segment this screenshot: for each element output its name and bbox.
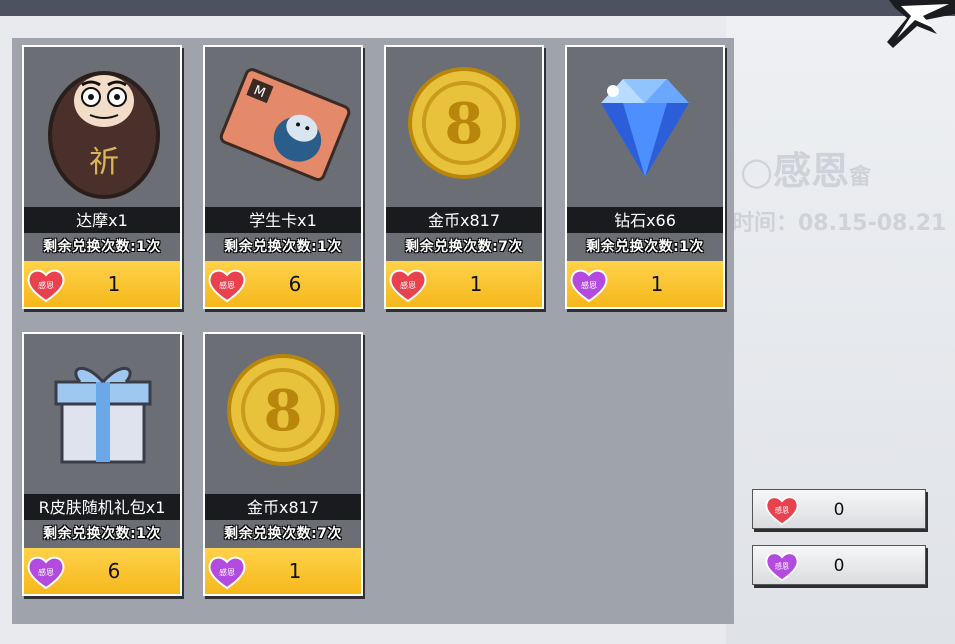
item-image: 祈 [24,47,180,207]
item-name: 达摩x1 [24,207,180,233]
price-button[interactable]: 感恩 1 [24,261,180,307]
item-remaining-count: 剩余兑换次数:1次 [24,520,180,548]
red-heart-token-icon: 感恩 [208,269,246,303]
price-button[interactable]: 感恩 6 [24,548,180,594]
red-heart-token-icon: 感恩 [765,496,799,526]
item-remaining-count: 剩余兑换次数:1次 [205,233,361,261]
svg-text:感恩: 感恩 [38,280,54,290]
purple-heart-token-icon: 感恩 [27,556,65,590]
price-button[interactable]: 感恩 1 [386,261,542,307]
item-remaining-count: 剩余兑换次数:7次 [205,520,361,548]
red-heart-token-icon: 感恩 [389,269,427,303]
svg-text:感恩: 感恩 [400,280,416,290]
back-arrow-icon[interactable] [865,0,955,56]
price-button[interactable]: 感恩 1 [567,261,723,307]
wallet-amount: 0 [833,500,845,520]
item-name: 钻石x66 [567,207,723,233]
purple-heart-token-icon: 感恩 [570,269,608,303]
gold-coin-icon: 8 [408,67,520,179]
event-time: 时间：08.15-08.21 [732,211,947,236]
svg-text:感恩: 感恩 [775,562,789,571]
item-price: 1 [107,272,121,296]
item-remaining-count: 剩余兑换次数:1次 [567,233,723,261]
wallet-amount: 0 [833,556,845,576]
svg-text:祈: 祈 [89,145,119,180]
shop-item-card[interactable]: 钻石x66 剩余兑换次数:1次 感恩 1 [565,45,725,309]
item-image: M [205,47,361,207]
item-image [567,47,723,207]
gift-box-icon [54,366,152,464]
shop-item-card[interactable]: 8 金币x817 剩余兑换次数:7次 感恩 1 [203,332,363,596]
event-title: ○感恩畲 [740,149,872,193]
exchange-shop-panel: 祈 达摩x1 剩余兑换次数:1次 感恩 1 M 学生卡x1 剩余兑换次数:1次 … [12,38,734,624]
item-price: 6 [107,559,121,583]
item-price: 1 [288,559,302,583]
item-price: 1 [650,272,664,296]
purple-heart-token-icon: 感恩 [765,552,799,582]
shop-item-card[interactable]: 8 金币x817 剩余兑换次数:7次 感恩 1 [384,45,544,309]
wallet-red-balance: 感恩 0 [752,489,926,529]
svg-text:8: 8 [445,91,484,157]
diamond-icon [601,79,689,177]
item-name: R皮肤随机礼包x1 [24,494,180,520]
item-remaining-count: 剩余兑换次数:7次 [386,233,542,261]
price-button[interactable]: 感恩 1 [205,548,361,594]
top-bar [0,0,955,16]
item-name: 金币x817 [386,207,542,233]
purple-heart-token-icon: 感恩 [208,556,246,590]
item-image [24,334,180,494]
shop-item-card[interactable]: 祈 达摩x1 剩余兑换次数:1次 感恩 1 [22,45,182,309]
svg-text:感恩: 感恩 [219,280,235,290]
shop-item-card[interactable]: M 学生卡x1 剩余兑换次数:1次 感恩 6 [203,45,363,309]
item-name: 学生卡x1 [205,207,361,233]
svg-text:感恩: 感恩 [219,567,235,577]
item-remaining-count: 剩余兑换次数:1次 [24,233,180,261]
svg-text:感恩: 感恩 [581,280,597,290]
item-price: 6 [288,272,302,296]
svg-text:感恩: 感恩 [775,506,789,515]
item-price: 1 [469,272,483,296]
svg-text:感恩: 感恩 [38,567,54,577]
item-image: 8 [386,47,542,207]
student-card-icon: M [219,68,351,182]
daruma-icon: 祈 [48,71,160,199]
shop-item-card[interactable]: R皮肤随机礼包x1 剩余兑换次数:1次 感恩 6 [22,332,182,596]
red-heart-token-icon: 感恩 [27,269,65,303]
item-name: 金币x817 [205,494,361,520]
svg-text:8: 8 [264,378,303,444]
wallet-purple-balance: 感恩 0 [752,545,926,585]
item-image: 8 [205,334,361,494]
price-button[interactable]: 感恩 6 [205,261,361,307]
gold-coin-icon: 8 [227,354,339,466]
